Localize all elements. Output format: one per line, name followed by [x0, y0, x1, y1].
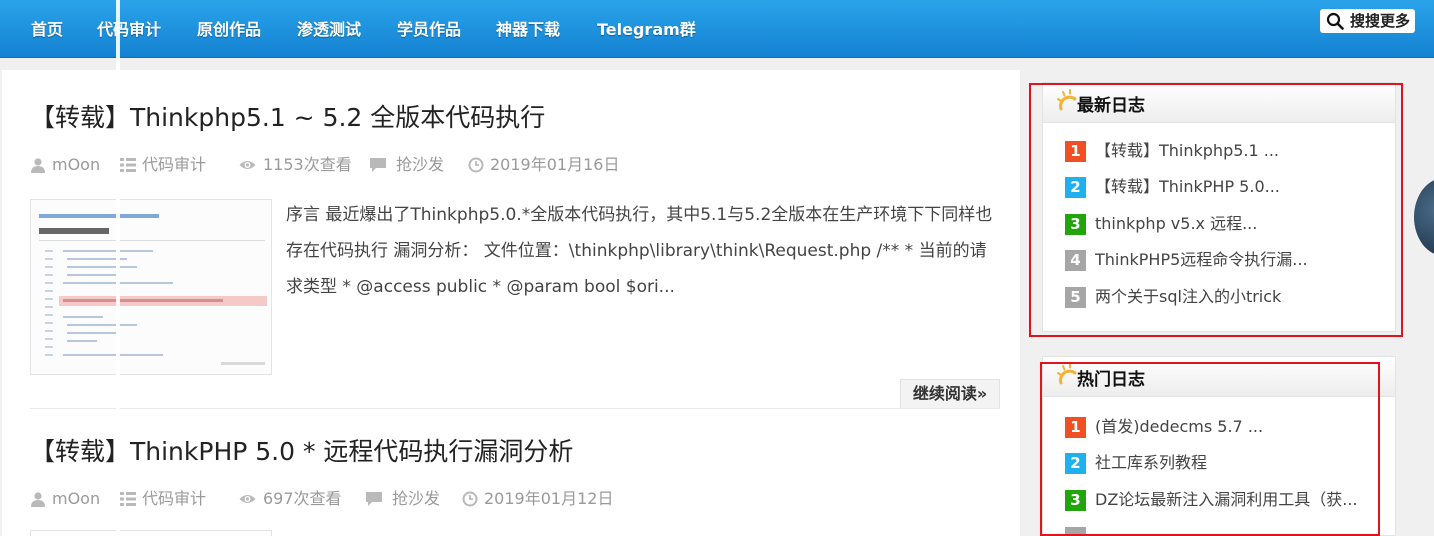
meta-author-text: mOon: [52, 489, 101, 508]
list-item-link[interactable]: 两个关于sql注入的小trick: [1095, 285, 1385, 309]
eye-icon: [239, 161, 256, 169]
meta-views-text: 697次查看: [263, 489, 342, 508]
list-item-link[interactable]: (首发)dedecms 5.7 ...: [1095, 415, 1385, 439]
nav-item-pentest[interactable]: 渗透测试: [297, 18, 361, 42]
post-title[interactable]: 【转载】ThinkPHP 5.0 * 远程代码执行漏洞分析: [30, 432, 573, 468]
user-icon: [31, 492, 45, 507]
post-meta: mOon 代码审计 697次查看 抢沙发 2019年01月12日: [30, 488, 730, 510]
meta-comment-text: 抢沙发: [396, 155, 445, 174]
code-screenshot-image: [31, 200, 271, 374]
list-item-link[interactable]: 【转载】Thinkphp5.1 ...: [1095, 139, 1385, 163]
post-item: 【转载】ThinkPHP 5.0 * 远程代码执行漏洞分析 mOon 代码审计: [30, 432, 1000, 536]
list-icon: [120, 492, 136, 506]
post-excerpt: 序言 最近爆出了Thinkphp5.0.*全版本代码执行，其中5.1与5.2全版…: [286, 205, 993, 297]
list-item[interactable]: 2 【转载】ThinkPHP 5.0...: [1065, 175, 1375, 199]
list-item[interactable]: 1 【转载】Thinkphp5.1 ...: [1065, 139, 1375, 163]
user-icon: [31, 158, 45, 173]
overlay-divider-line: [116, 0, 120, 536]
rank-badge: 3: [1065, 214, 1086, 235]
list-item[interactable]: 1 (首发)dedecms 5.7 ...: [1065, 415, 1375, 439]
list-item[interactable]: [1065, 525, 1375, 536]
list-item-link[interactable]: thinkphp v5.x 远程...: [1095, 212, 1385, 236]
list-item[interactable]: 3 thinkphp v5.x 远程...: [1065, 212, 1375, 236]
list-item-link[interactable]: ThinkPHP5远程命令执行漏...: [1095, 248, 1385, 272]
nav-item-original[interactable]: 原创作品: [197, 18, 261, 42]
search-button[interactable]: 搜搜更多: [1320, 9, 1415, 33]
list-icon: [120, 158, 136, 172]
list-item-link[interactable]: 【转载】ThinkPHP 5.0...: [1095, 175, 1385, 199]
rank-badge: 1: [1065, 417, 1086, 438]
list-item[interactable]: 2 社工库系列教程: [1065, 451, 1375, 475]
rank-badge: 1: [1065, 141, 1086, 162]
post-list: 【转载】Thinkphp5.1 ~ 5.2 全版本代码执行 mOon 代码审计: [2, 70, 1020, 536]
meta-date-text: 2019年01月16日: [490, 155, 620, 174]
clock-icon: [462, 491, 478, 507]
post-thumbnail[interactable]: [30, 530, 272, 536]
rank-badge: 5: [1065, 287, 1086, 308]
comment-icon: [370, 158, 386, 172]
comment-icon: [366, 492, 382, 506]
widget-latest-posts: 最新日志 1 【转载】Thinkphp5.1 ... 2 【转载】ThinkPH…: [1042, 82, 1396, 332]
widget-header: 热门日志: [1043, 357, 1395, 397]
nav-item-student[interactable]: 学员作品: [397, 18, 461, 42]
list-item-link[interactable]: DZ论坛最新注入漏洞利用工具（获...: [1095, 488, 1385, 512]
clock-icon: [468, 157, 484, 173]
avatar[interactable]: [1414, 178, 1434, 256]
nav-item-code-audit[interactable]: 代码审计: [97, 18, 161, 42]
meta-comment-text: 抢沙发: [392, 489, 441, 508]
search-button-label: 搜搜更多: [1350, 12, 1411, 30]
list-item[interactable]: 4 ThinkPHP5远程命令执行漏...: [1065, 248, 1375, 272]
top-nav-bar: 首页 代码审计 原创作品 渗透测试 学员作品 神器下载 Telegram群 搜搜…: [0, 0, 1434, 58]
meta-date-text: 2019年01月12日: [484, 489, 614, 508]
nav-item-tools[interactable]: 神器下载: [496, 18, 560, 42]
meta-views-text: 1153次查看: [263, 155, 352, 174]
rank-badge: [1065, 527, 1086, 536]
rank-badge: 2: [1065, 177, 1086, 198]
rank-badge: 4: [1065, 250, 1086, 271]
post-thumbnail[interactable]: [30, 199, 272, 375]
list-item[interactable]: 3 DZ论坛最新注入漏洞利用工具（获...: [1065, 488, 1375, 512]
read-more-button[interactable]: 继续阅读»: [900, 379, 1000, 409]
widget-title: 最新日志: [1077, 96, 1145, 116]
list-item-link[interactable]: 社工库系列教程: [1095, 451, 1385, 475]
rank-badge: 3: [1065, 490, 1086, 511]
search-icon: [1326, 12, 1344, 30]
nav-item-telegram[interactable]: Telegram群: [597, 18, 696, 42]
post-divider: [30, 408, 1000, 409]
list-item[interactable]: 5 两个关于sql注入的小trick: [1065, 285, 1375, 309]
rank-badge: 2: [1065, 453, 1086, 474]
meta-category-text: 代码审计: [142, 489, 207, 508]
post-meta: mOon 代码审计 1153次查看 抢沙发 2019年01月16日: [30, 154, 730, 176]
widget-title: 热门日志: [1077, 370, 1145, 390]
meta-category-text: 代码审计: [142, 155, 207, 174]
post-item: 【转载】Thinkphp5.1 ~ 5.2 全版本代码执行 mOon 代码审计: [30, 98, 1000, 409]
nav-item-home[interactable]: 首页: [31, 18, 63, 42]
eye-icon: [239, 495, 256, 503]
widget-hot-posts: 热门日志 1 (首发)dedecms 5.7 ... 2 社工库系列教程 3 D…: [1042, 356, 1396, 536]
meta-author-text: mOon: [52, 155, 101, 174]
post-title[interactable]: 【转载】Thinkphp5.1 ~ 5.2 全版本代码执行: [30, 98, 545, 134]
widget-header: 最新日志: [1043, 83, 1395, 123]
